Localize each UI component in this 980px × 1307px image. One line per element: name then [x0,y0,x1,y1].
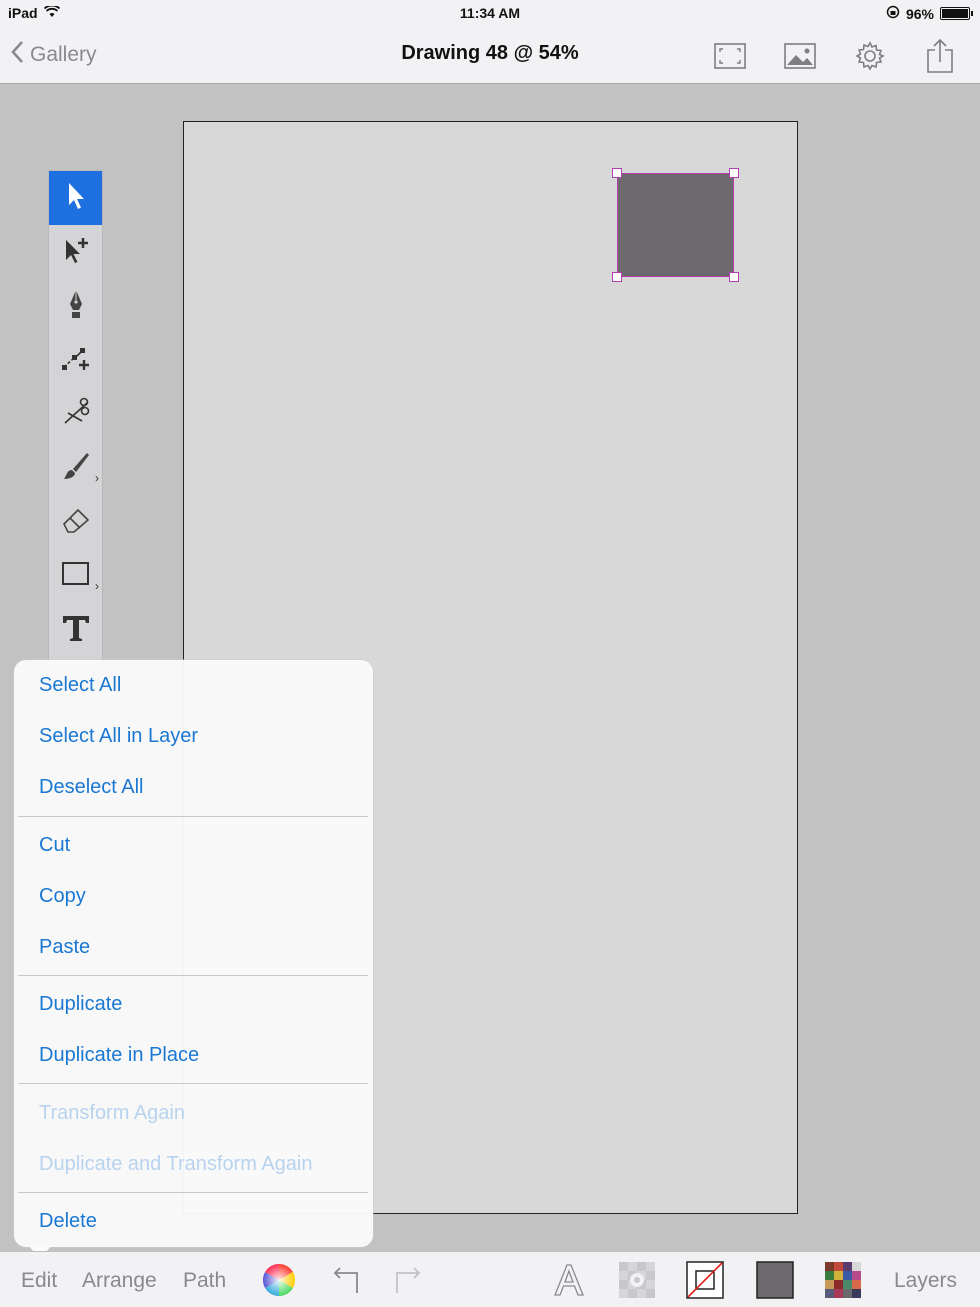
rectangle-icon [61,561,91,592]
text-tool[interactable] [49,603,102,657]
node-curve-plus-icon [60,343,92,378]
battery-icon [940,7,973,20]
menu-duplicate[interactable]: Duplicate [39,993,122,1016]
image-icon[interactable] [780,36,820,76]
menu-divider [18,975,368,976]
fullscreen-icon[interactable] [710,36,750,76]
arrow-pointer-icon [65,181,87,216]
navigation-bar: Gallery Drawing 48 @ 54% [0,28,980,84]
font-icon[interactable] [550,1261,588,1299]
gear-icon[interactable] [850,36,890,76]
direct-selection-tool[interactable] [49,225,102,279]
menu-select-all[interactable]: Select All [39,674,121,697]
scissors-icon [60,397,92,432]
menu-divider [18,816,368,817]
text-t-icon [61,613,91,648]
menu-paste[interactable]: Paste [39,936,90,959]
arrange-menu-button[interactable]: Arrange [82,1269,157,1293]
paintbrush-icon [61,450,91,487]
color-wheel-icon[interactable] [260,1261,298,1299]
orientation-lock-icon [886,5,900,22]
fill-color-icon[interactable] [756,1261,794,1299]
pen-nib-icon [65,288,87,325]
eraser-tool[interactable] [49,495,102,549]
swatches-icon[interactable] [824,1261,862,1299]
selection-handle-bottom-left[interactable] [612,272,622,282]
battery-percent: 96% [905,5,934,22]
menu-divider [18,1192,368,1193]
brush-tool[interactable]: › [49,441,102,495]
chevron-right-icon: › [95,471,99,485]
menu-cut[interactable]: Cut [39,834,70,857]
menu-transform-again: Transform Again [39,1102,185,1124]
eraser-icon [60,506,92,539]
selected-rectangle-shape[interactable] [617,173,734,277]
edit-menu-button[interactable]: Edit [21,1269,57,1293]
menu-select-all-in-layer[interactable]: Select All in Layer [39,725,198,748]
nav-actions [710,36,960,76]
selection-tool[interactable] [49,171,102,225]
shadow-settings-icon[interactable] [618,1261,656,1299]
bottom-toolbar: Edit Arrange Path Layers [0,1251,980,1307]
menu-delete[interactable]: Delete [39,1210,97,1233]
add-anchor-point-tool[interactable] [49,333,102,387]
undo-icon[interactable] [326,1261,364,1299]
menu-divider [18,1083,368,1084]
share-icon[interactable] [920,36,960,76]
selection-handle-bottom-right[interactable] [729,272,739,282]
status-bar: iPad 11:34 AM 96% [0,0,980,28]
tool-palette: › › [48,170,103,670]
pen-tool[interactable] [49,279,102,333]
scissors-tool[interactable] [49,387,102,441]
menu-duplicate-in-place[interactable]: Duplicate in Place [39,1044,199,1067]
path-menu-button[interactable]: Path [183,1269,226,1293]
stroke-color-icon[interactable] [686,1261,724,1299]
menu-copy[interactable]: Copy [39,885,86,908]
menu-duplicate-and-transform-again: Duplicate and Transform Again [39,1153,313,1175]
selection-handle-top-left[interactable] [612,168,622,178]
status-right: 96% [886,5,973,22]
shape-tool[interactable]: › [49,549,102,603]
edit-menu-popover: Select All Select All in Layer Deselect … [14,660,373,1259]
chevron-right-icon: › [95,579,99,593]
status-time: 11:34 AM [459,5,521,21]
arrow-plus-icon [61,235,91,270]
layers-button[interactable]: Layers [894,1269,957,1293]
selection-handle-top-right[interactable] [729,168,739,178]
menu-deselect-all[interactable]: Deselect All [39,776,144,799]
redo-icon [390,1261,428,1299]
